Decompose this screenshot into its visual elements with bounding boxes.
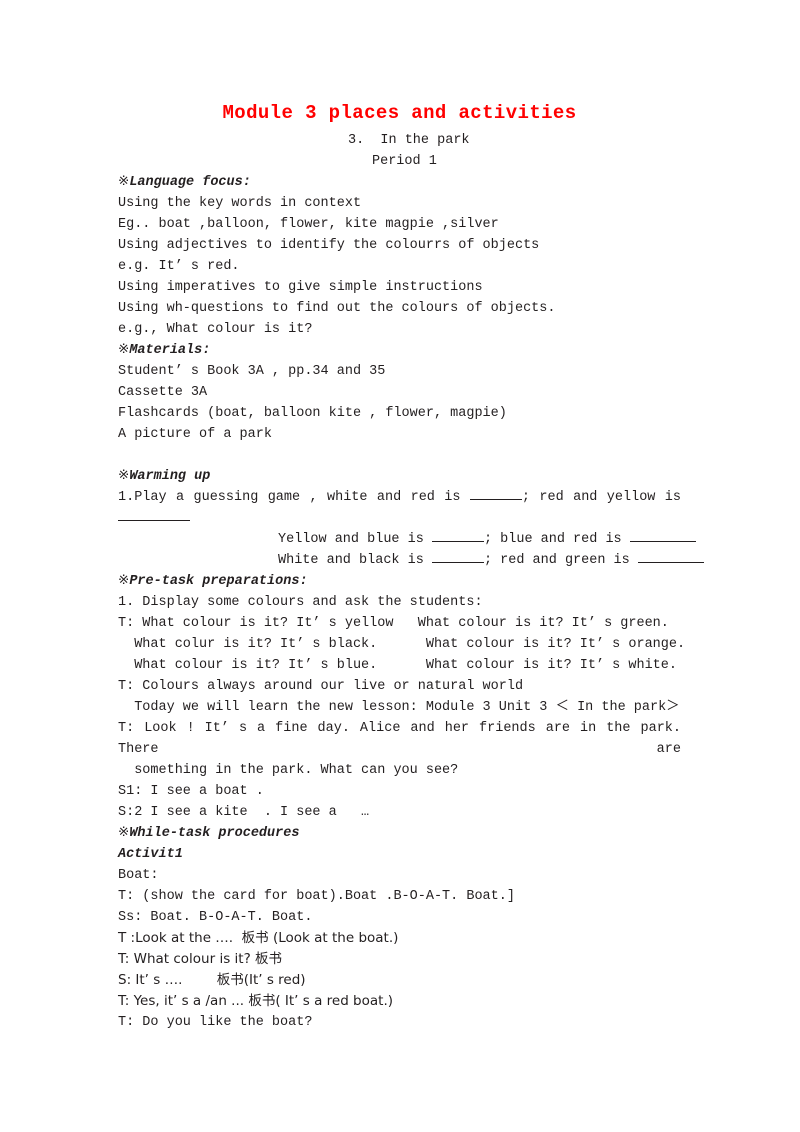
section-heading-pre-task: ※Pre-task preparations: xyxy=(118,571,681,592)
body-line-justified: T: Look ! It’ s a fine day. Alice and he… xyxy=(118,721,681,757)
body-line: something in the park. What can you see? xyxy=(118,763,459,778)
section-heading-label: While-task procedures xyxy=(129,826,300,841)
body-line: Boat: xyxy=(118,868,159,883)
answer-blank xyxy=(431,529,484,542)
reference-mark-icon: ※ xyxy=(118,574,130,589)
answer-blank xyxy=(469,487,522,500)
body-line: 1. Display some colours and ask the stud… xyxy=(118,595,483,610)
document-content: Module 3 places and activities 3. In the… xyxy=(118,100,704,1033)
warming-up-row-yellow-b: ; blue and red is xyxy=(483,532,622,547)
section-heading-label: Pre-task preparations: xyxy=(129,574,308,589)
warming-up-row-white: White and black is ; red and green is xyxy=(118,550,704,571)
warming-up-row-yellow: Yellow and blue is ; blue and red is xyxy=(118,529,696,550)
section-heading-while-task: ※While-task procedures xyxy=(118,823,681,844)
body-line: Ss: Boat. B-O-A-T. Boat. xyxy=(118,910,313,925)
subtitle-unit: 3. In the park xyxy=(348,133,470,148)
page-title: Module 3 places and activities xyxy=(222,102,577,124)
section-heading-label: Language focus: xyxy=(129,175,251,190)
body-line: Student’ s Book 3A , pp.34 and 35 xyxy=(118,364,386,379)
warming-up-row-yellow-a: Yellow and blue is xyxy=(278,532,424,547)
body-line: T: (show the card for boat).Boat .B-O-A-… xyxy=(118,889,515,904)
body-line: Eg.. boat ,balloon, flower, kite magpie … xyxy=(118,217,499,232)
body-line: Using adjectives to identify the colourr… xyxy=(118,238,540,253)
body-line: S: It’ s …. 板书(It’ s red) xyxy=(118,972,306,988)
answer-blank xyxy=(637,550,704,563)
body-line: T: Do you like the boat? xyxy=(118,1015,313,1030)
activity-heading: Activit1 xyxy=(118,847,183,862)
body-line: e.g., What colour is it? xyxy=(118,322,313,337)
body-line: Flashcards (boat, balloon kite , flower,… xyxy=(118,406,507,421)
section-heading-materials: ※Materials: xyxy=(118,340,681,361)
body-line: S:2 I see a kite . I see a … xyxy=(118,805,370,820)
body-line: Today we will learn the new lesson: Modu… xyxy=(118,700,680,715)
body-line: S1: I see a boat . xyxy=(118,784,264,799)
body-line: Using wh-questions to find out the colou… xyxy=(118,301,556,316)
section-heading-language-focus: ※Language focus: xyxy=(118,172,681,193)
body-line: T: What colour is it? 板书 xyxy=(118,951,283,967)
body-line: T: Yes, it’ s a /an ... 板书( It’ s a red … xyxy=(118,993,394,1009)
body-line: T :Look at the …. 板书 (Look at the boat.) xyxy=(118,930,399,946)
warming-up-item-1-wrap xyxy=(118,508,681,529)
body-line: What colur is it? It’ s black. What colo… xyxy=(118,637,686,652)
warming-up-item-1-part-a: 1.Play a guessing game , white and red i… xyxy=(118,490,461,505)
answer-blank xyxy=(118,508,190,521)
section-heading-label: Warming up xyxy=(129,469,211,484)
reference-mark-icon: ※ xyxy=(118,343,130,358)
reference-mark-icon: ※ xyxy=(118,826,130,841)
body-line: What colour is it? It’ s blue. What colo… xyxy=(118,658,677,673)
body-line: Using imperatives to give simple instruc… xyxy=(118,280,483,295)
reference-mark-icon: ※ xyxy=(118,175,130,190)
answer-blank xyxy=(431,550,484,563)
warming-up-item-1-part-b: ; red and yellow is xyxy=(521,490,681,505)
subtitle-period: Period 1 xyxy=(372,154,437,169)
warming-up-row-white-a: White and black is xyxy=(278,553,424,568)
body-line: e.g. It’ s red. xyxy=(118,259,240,274)
body-line: Using the key words in context xyxy=(118,196,362,211)
section-heading-warming-up: ※Warming up xyxy=(118,466,681,487)
warming-up-item-1: 1.Play a guessing game , white and red i… xyxy=(118,487,681,508)
body-line: Cassette 3A xyxy=(118,385,208,400)
reference-mark-icon: ※ xyxy=(118,469,130,484)
body-line: T: What colour is it? It’ s yellow What … xyxy=(118,616,669,631)
warming-up-row-white-b: ; red and green is xyxy=(483,553,630,568)
answer-blank xyxy=(629,529,696,542)
section-heading-label: Materials: xyxy=(129,343,211,358)
document-page: Module 3 places and activities 3. In the… xyxy=(0,0,800,1132)
body-line: T: Colours always around our live or nat… xyxy=(118,679,524,694)
body-line: A picture of a park xyxy=(118,427,272,442)
